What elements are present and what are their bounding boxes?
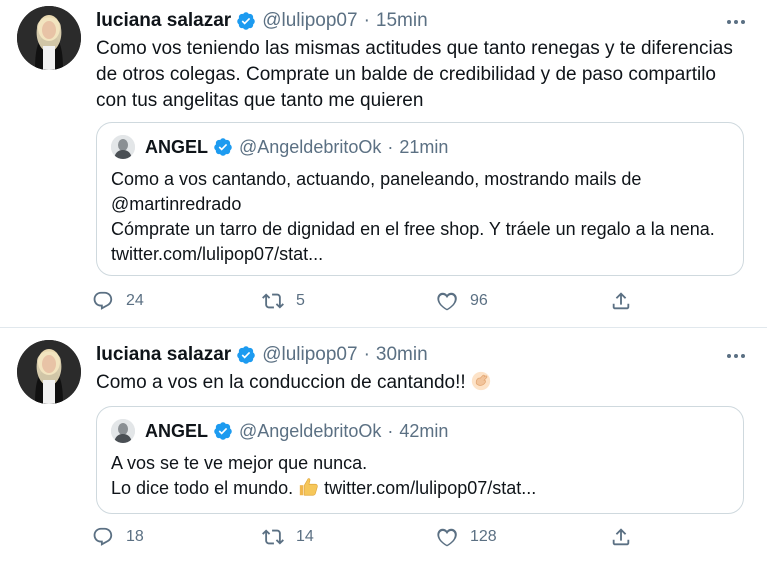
retweet-button[interactable]: 5	[262, 290, 305, 312]
retweet-count: 14	[296, 528, 314, 545]
quoted-tweet-text: Como a vos cantando, actuando, paneleand…	[111, 167, 729, 267]
quoted-text-line: Cómprate un tarro de dignidad en el free…	[111, 219, 715, 264]
quoted-tweet[interactable]: ANGEL @AngeldebritoOk · 42min A vos se t…	[96, 406, 744, 514]
share-button[interactable]	[610, 526, 632, 548]
quoted-tweet[interactable]: ANGEL @AngeldebritoOk · 21min Como a vos…	[96, 122, 744, 276]
tweet[interactable]: luciana salazar @lulipop07 · 30min Como …	[0, 328, 767, 563]
tweet[interactable]: luciana salazar @lulipop07 · 15min Como …	[0, 0, 767, 328]
reply-icon	[92, 290, 114, 312]
tweet-header: luciana salazar @lulipop07 · 30min	[96, 344, 428, 366]
quoted-timestamp: 42min	[399, 420, 449, 441]
timestamp[interactable]: 15min	[376, 10, 428, 32]
quoted-tweet-header: ANGEL @AngeldebritoOk · 42min	[111, 419, 448, 443]
like-icon	[436, 290, 458, 312]
like-button[interactable]: 128	[436, 526, 497, 548]
verified-badge-icon	[213, 137, 233, 157]
retweet-icon	[262, 526, 284, 548]
tweet-text: Como a vos en la conduccion de cantando!…	[96, 372, 466, 393]
separator: ·	[387, 136, 394, 157]
author-name[interactable]: luciana salazar	[96, 344, 231, 366]
retweet-button[interactable]: 14	[262, 526, 314, 548]
share-icon	[610, 526, 632, 548]
quoted-text-line: Como a vos cantando, actuando, paneleand…	[111, 169, 642, 189]
verified-badge-icon	[213, 421, 233, 441]
tweet-actions: 24 5 96	[92, 290, 652, 316]
retweet-count: 5	[296, 292, 305, 309]
quoted-tweet-header: ANGEL @AngeldebritoOk · 21min	[111, 135, 448, 159]
quoted-author-handle: @AngeldebritoOk	[239, 136, 382, 157]
mention-link[interactable]: @martinredrado	[111, 192, 729, 217]
verified-badge-icon	[236, 345, 256, 365]
tweet-text: Como vos teniendo las mismas actitudes q…	[96, 38, 733, 111]
quoted-text-line-2: Lo dice todo el mundo. twitter.com/lulip…	[111, 476, 729, 501]
like-count: 96	[470, 292, 488, 309]
like-count: 128	[470, 528, 497, 545]
verified-badge-icon	[236, 11, 256, 31]
timestamp[interactable]: 30min	[376, 344, 428, 366]
reply-count: 18	[126, 528, 144, 545]
reply-count: 24	[126, 292, 144, 309]
share-icon	[610, 290, 632, 312]
tweet-link[interactable]: twitter.com/lulipop07/stat...	[324, 478, 536, 498]
quoted-avatar	[111, 135, 135, 159]
quoted-avatar	[111, 419, 135, 443]
avatar[interactable]	[17, 340, 81, 404]
quoted-author-name: ANGEL	[145, 136, 208, 157]
separator: ·	[363, 10, 370, 31]
avatar[interactable]	[17, 6, 81, 70]
more-options-icon[interactable]	[723, 12, 749, 32]
more-options-icon[interactable]	[723, 346, 749, 366]
quoted-author-name: ANGEL	[145, 420, 208, 441]
author-handle[interactable]: @lulipop07	[262, 344, 357, 366]
clapping-hands-icon	[471, 371, 490, 391]
reply-button[interactable]: 24	[92, 290, 144, 312]
quoted-text-line: A vos se te ve mejor que nunca.	[111, 453, 368, 473]
reply-button[interactable]: 18	[92, 526, 144, 548]
author-name[interactable]: luciana salazar	[96, 10, 231, 32]
quoted-text-segment: Lo dice todo el mundo.	[111, 478, 294, 498]
tweet-actions: 18 14 128	[92, 526, 652, 552]
tweet-text-container: Como a vos en la conduccion de cantando!…	[96, 370, 747, 396]
retweet-icon	[262, 290, 284, 312]
author-handle[interactable]: @lulipop07	[262, 10, 357, 32]
quoted-timestamp: 21min	[399, 136, 449, 157]
quoted-tweet-text: A vos se te ve mejor que nunca. Lo dice …	[111, 451, 729, 501]
quoted-author-handle: @AngeldebritoOk	[239, 420, 382, 441]
like-button[interactable]: 96	[436, 290, 488, 312]
reply-icon	[92, 526, 114, 548]
share-button[interactable]	[610, 290, 632, 312]
separator: ·	[387, 420, 394, 441]
tweet-header: luciana salazar @lulipop07 · 15min	[96, 10, 428, 32]
like-icon	[436, 526, 458, 548]
separator: ·	[363, 344, 370, 365]
thumbs-up-icon	[299, 478, 318, 496]
